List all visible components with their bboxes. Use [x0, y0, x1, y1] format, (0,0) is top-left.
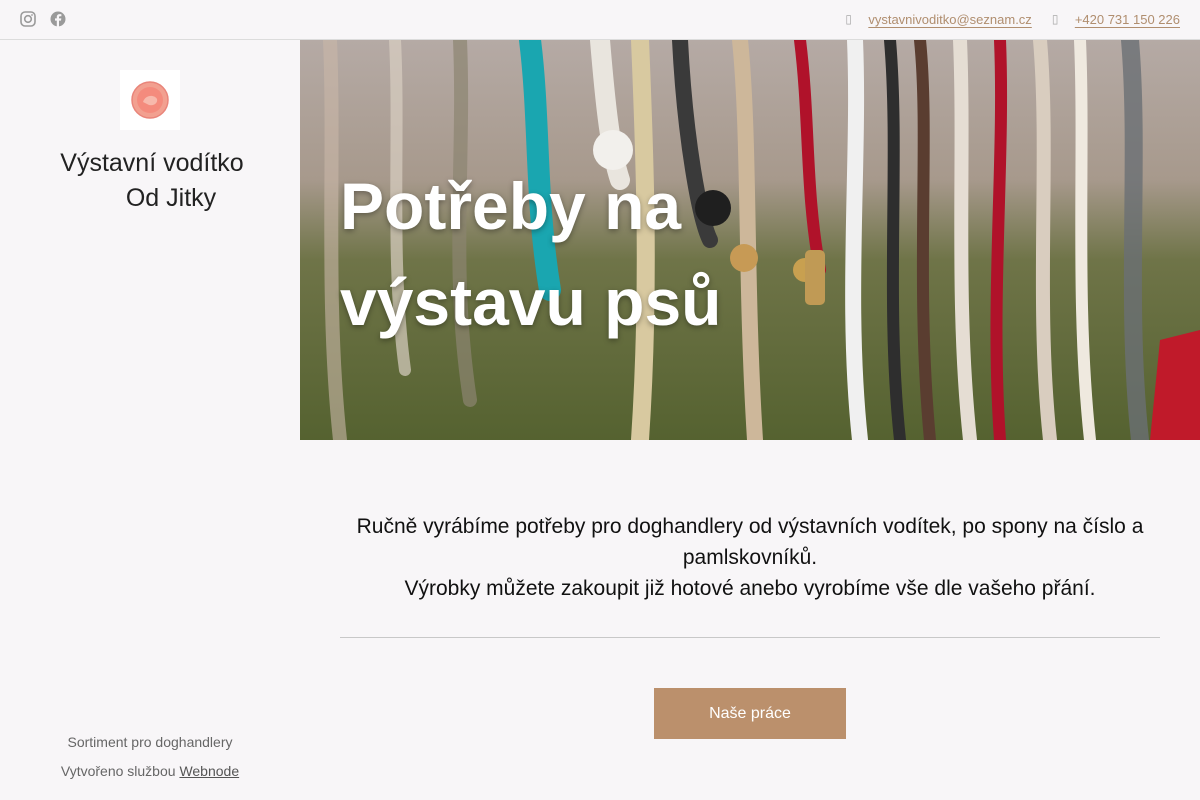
credit-line: Vytvořeno službou Webnode	[0, 757, 300, 786]
hero-title-line1: Potřeby na	[340, 169, 682, 243]
sidebar: Výstavní vodítko Od Jitky Sortiment pro …	[0, 40, 300, 800]
hero-title: Potřeby na výstavu psů	[340, 158, 940, 350]
social-links	[20, 11, 66, 27]
envelope-icon: ▯	[845, 12, 852, 26]
webnode-link[interactable]: Webnode	[179, 763, 239, 779]
site-logo[interactable]	[120, 70, 180, 130]
contact-info: ▯ vystavnivoditko@seznam.cz ▯ +420 731 1…	[845, 12, 1180, 27]
site-title-line2: Od Jitky	[125, 184, 217, 212]
credit-prefix: Vytvořeno službou	[60, 763, 176, 779]
facebook-icon[interactable]	[50, 11, 66, 27]
phone-icon: ▯	[1051, 12, 1059, 26]
phone-link[interactable]: +420 731 150 226	[1075, 12, 1180, 27]
intro-text: Ručně vyrábíme potřeby pro doghandlery o…	[340, 511, 1160, 604]
email-link[interactable]: vystavnivoditko@seznam.cz	[868, 12, 1031, 27]
site-title-line1: Výstavní vodítko	[60, 149, 244, 177]
intro-paragraph-1: Ručně vyrábíme potřeby pro doghandlery o…	[356, 515, 1144, 569]
footer-text: Sortiment pro doghandlery	[67, 734, 233, 750]
top-bar: ▯ vystavnivoditko@seznam.cz ▯ +420 731 1…	[0, 0, 1200, 40]
hero-banner: Potřeby na výstavu psů	[300, 40, 1200, 440]
hero-title-line2: výstavu psů	[340, 265, 722, 339]
divider	[340, 637, 1160, 638]
our-work-button[interactable]: Naše práce	[654, 688, 846, 739]
logo-badge-icon	[131, 81, 169, 119]
site-title[interactable]: Výstavní vodítko Od Jitky	[20, 146, 284, 216]
intro-paragraph-2: Výrobky můžete zakoupit již hotové anebo…	[404, 577, 1096, 600]
instagram-icon[interactable]	[20, 11, 36, 27]
sidebar-footer: Sortiment pro doghandlery Vytvořeno služ…	[0, 728, 300, 786]
